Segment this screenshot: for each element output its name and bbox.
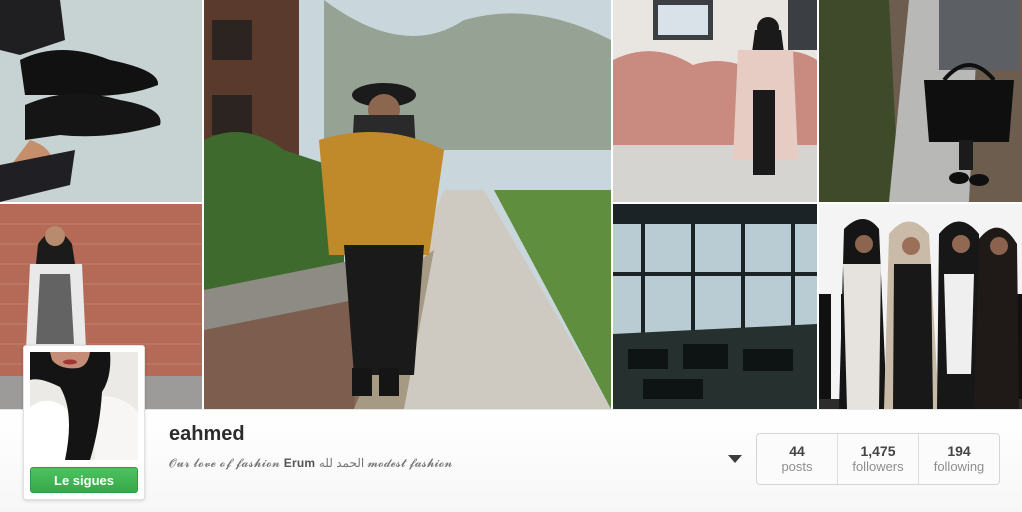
stat-followers-value: 1,475	[860, 443, 896, 459]
stat-posts-label: posts	[781, 459, 813, 474]
photo-gym-interior[interactable]	[613, 204, 817, 409]
profile-stats: 44 posts 1,475 followers 194 following	[756, 433, 1000, 485]
bio-suffix: 𝓶𝓸𝓭𝓮𝓼𝓽 𝓯𝓪𝓼𝓱𝓲𝓸𝓷	[367, 456, 453, 470]
stat-posts-value: 44	[789, 443, 805, 459]
stat-followers[interactable]: 1,475 followers	[838, 434, 919, 484]
photo-pink-coat[interactable]	[613, 0, 817, 202]
photo-collage	[0, 0, 1022, 409]
avatar-card: Le sigues	[23, 345, 145, 500]
stat-following-value: 194	[947, 443, 971, 459]
stat-following[interactable]: 194 following	[919, 434, 999, 484]
chevron-down-icon[interactable]	[728, 455, 742, 463]
stat-posts[interactable]: 44 posts	[757, 434, 838, 484]
bio-arabic: الحمد لله	[315, 456, 368, 470]
bio-prefix: 𝓞𝓾𝓻 𝓵𝓸𝓿𝓮 𝓸𝓯 𝓯𝓪𝓼𝓱𝓲𝓸𝓷	[169, 456, 284, 470]
stat-following-label: following	[933, 459, 985, 474]
stat-followers-label: followers	[852, 459, 904, 474]
photo-black-bag[interactable]	[819, 0, 1022, 202]
photo-sidewalk[interactable]	[204, 0, 611, 409]
avatar[interactable]	[30, 352, 138, 460]
photo-group-friends[interactable]	[819, 204, 1022, 409]
profile-bio: 𝓞𝓾𝓻 𝓵𝓸𝓿𝓮 𝓸𝓯 𝓯𝓪𝓼𝓱𝓲𝓸𝓷 Erum الحمد لله 𝓶𝓸𝓭𝓮𝓼…	[169, 456, 452, 471]
bio-name: Erum	[283, 456, 316, 470]
photo-shoes[interactable]	[0, 0, 202, 202]
follow-button[interactable]: Le sigues	[30, 467, 138, 493]
username: eahmed	[169, 423, 245, 445]
